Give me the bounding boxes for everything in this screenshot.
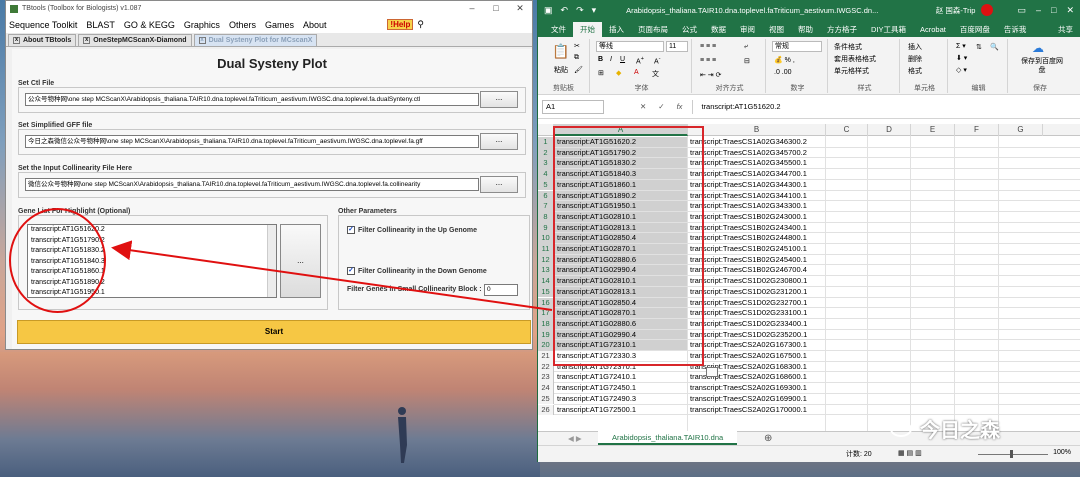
- watermark: 今日之森: [890, 414, 1000, 443]
- annotation-arrow: [111, 240, 553, 311]
- watermark-text: 今日之森: [920, 420, 1000, 442]
- wechat-icon: [890, 420, 912, 437]
